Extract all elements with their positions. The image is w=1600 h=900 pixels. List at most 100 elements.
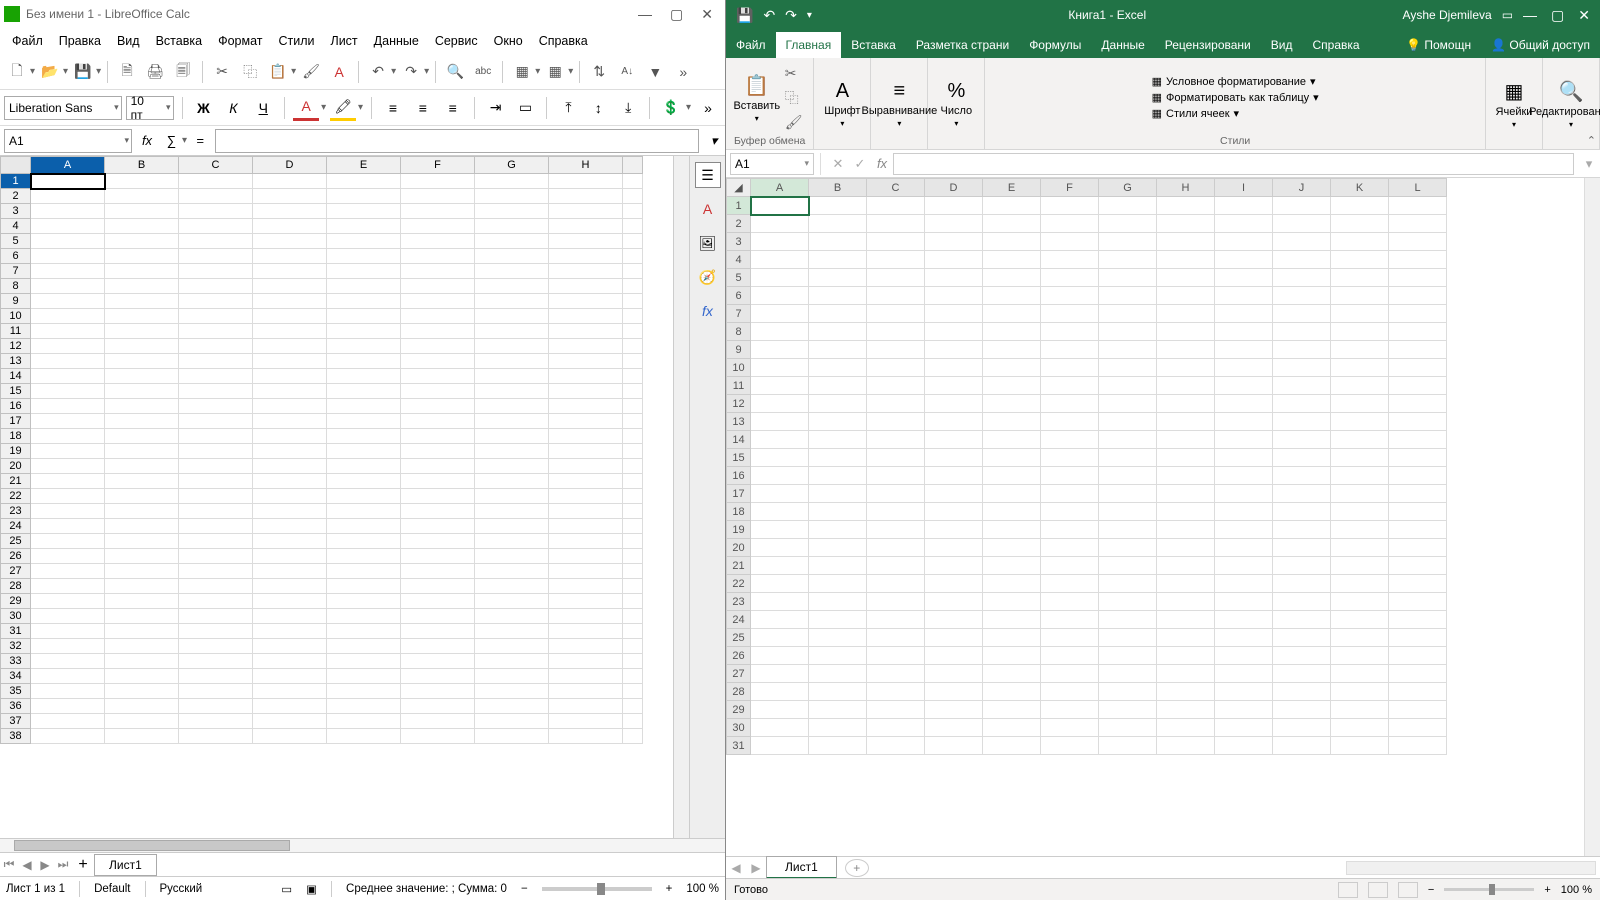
cell[interactable] (809, 665, 867, 683)
row-header[interactable]: 8 (1, 279, 31, 294)
highlight-icon[interactable]: 🖍 (330, 95, 356, 121)
cell[interactable] (1099, 485, 1157, 503)
cell[interactable] (925, 719, 983, 737)
undo-icon[interactable]: ↶ (763, 7, 775, 24)
cell[interactable] (549, 429, 623, 444)
cell[interactable] (1273, 611, 1331, 629)
cell[interactable] (1041, 719, 1099, 737)
cell[interactable] (475, 489, 549, 504)
cell[interactable] (401, 549, 475, 564)
cell[interactable] (1099, 395, 1157, 413)
cell[interactable] (401, 729, 475, 744)
cell[interactable] (1157, 287, 1215, 305)
column-header[interactable]: C (867, 179, 925, 197)
cell[interactable] (105, 309, 179, 324)
cell[interactable] (179, 594, 253, 609)
cell[interactable] (253, 369, 327, 384)
cell[interactable] (751, 413, 809, 431)
cell[interactable] (751, 629, 809, 647)
cell[interactable] (809, 287, 867, 305)
sheet-tab[interactable]: Лист1 (94, 854, 157, 876)
save-icon[interactable]: 💾 (70, 59, 96, 85)
cell[interactable] (1389, 737, 1447, 755)
paste-button[interactable]: 📋 Вставить ▾ (737, 73, 777, 123)
cell[interactable] (1331, 503, 1389, 521)
cell[interactable] (1331, 647, 1389, 665)
tab-prev-icon[interactable]: ◀ (726, 861, 746, 875)
cell[interactable] (925, 215, 983, 233)
row-header[interactable]: 35 (1, 684, 31, 699)
column-header[interactable]: H (549, 157, 623, 174)
lo-grid[interactable]: ABCDEFGH12345678910111213141516171819202… (0, 156, 673, 838)
styles-icon[interactable]: A (695, 196, 721, 222)
cell[interactable] (401, 369, 475, 384)
cell[interactable] (105, 534, 179, 549)
cell[interactable] (253, 249, 327, 264)
cell[interactable] (925, 485, 983, 503)
cell[interactable] (1099, 305, 1157, 323)
cell[interactable] (1157, 557, 1215, 575)
cell[interactable] (31, 294, 105, 309)
cell[interactable] (1157, 719, 1215, 737)
cell[interactable] (809, 611, 867, 629)
cell[interactable] (327, 174, 401, 189)
cell[interactable] (253, 654, 327, 669)
bold-icon[interactable]: Ж (191, 95, 217, 121)
cell[interactable] (401, 294, 475, 309)
wrap-icon[interactable]: ⇥ (483, 95, 509, 121)
cell[interactable] (105, 519, 179, 534)
cell[interactable] (1157, 665, 1215, 683)
cell[interactable] (475, 414, 549, 429)
row-header[interactable]: 13 (727, 413, 751, 431)
cell[interactable] (1273, 359, 1331, 377)
cell[interactable] (983, 593, 1041, 611)
cell[interactable] (179, 669, 253, 684)
cell[interactable] (983, 611, 1041, 629)
cell[interactable] (31, 609, 105, 624)
cell[interactable] (983, 503, 1041, 521)
cell[interactable] (1215, 575, 1273, 593)
cell[interactable] (253, 579, 327, 594)
cell[interactable] (549, 279, 623, 294)
cell[interactable] (1273, 521, 1331, 539)
cell[interactable] (1157, 305, 1215, 323)
cell[interactable] (31, 474, 105, 489)
cell[interactable] (253, 624, 327, 639)
cell[interactable] (327, 234, 401, 249)
menu-file[interactable]: Файл (4, 31, 51, 51)
cell[interactable] (1331, 665, 1389, 683)
cell[interactable] (327, 429, 401, 444)
cell[interactable] (327, 714, 401, 729)
cell[interactable] (1157, 449, 1215, 467)
row-header[interactable]: 24 (727, 611, 751, 629)
cell[interactable] (1041, 287, 1099, 305)
row-header[interactable]: 18 (727, 503, 751, 521)
row-header[interactable]: 38 (1, 729, 31, 744)
cell[interactable] (1157, 413, 1215, 431)
cell[interactable] (549, 459, 623, 474)
cell[interactable] (867, 377, 925, 395)
cell[interactable] (1215, 287, 1273, 305)
cell[interactable] (1389, 413, 1447, 431)
cell[interactable] (1273, 575, 1331, 593)
row-header[interactable]: 16 (1, 399, 31, 414)
cell[interactable] (1273, 539, 1331, 557)
row-header[interactable]: 9 (727, 341, 751, 359)
menu-insert[interactable]: Вставка (148, 31, 210, 51)
cell[interactable] (1157, 431, 1215, 449)
cell[interactable] (105, 189, 179, 204)
cell[interactable] (1331, 539, 1389, 557)
cell[interactable] (475, 204, 549, 219)
equals-icon[interactable]: = (189, 130, 211, 152)
cell[interactable] (751, 431, 809, 449)
cell[interactable] (1273, 197, 1331, 215)
cell[interactable] (983, 485, 1041, 503)
cell[interactable] (327, 564, 401, 579)
cell[interactable] (327, 504, 401, 519)
row-header[interactable]: 20 (1, 459, 31, 474)
cell[interactable] (1389, 269, 1447, 287)
cell[interactable] (401, 219, 475, 234)
row-header[interactable]: 2 (1, 189, 31, 204)
cell[interactable] (105, 729, 179, 744)
cell[interactable] (867, 683, 925, 701)
